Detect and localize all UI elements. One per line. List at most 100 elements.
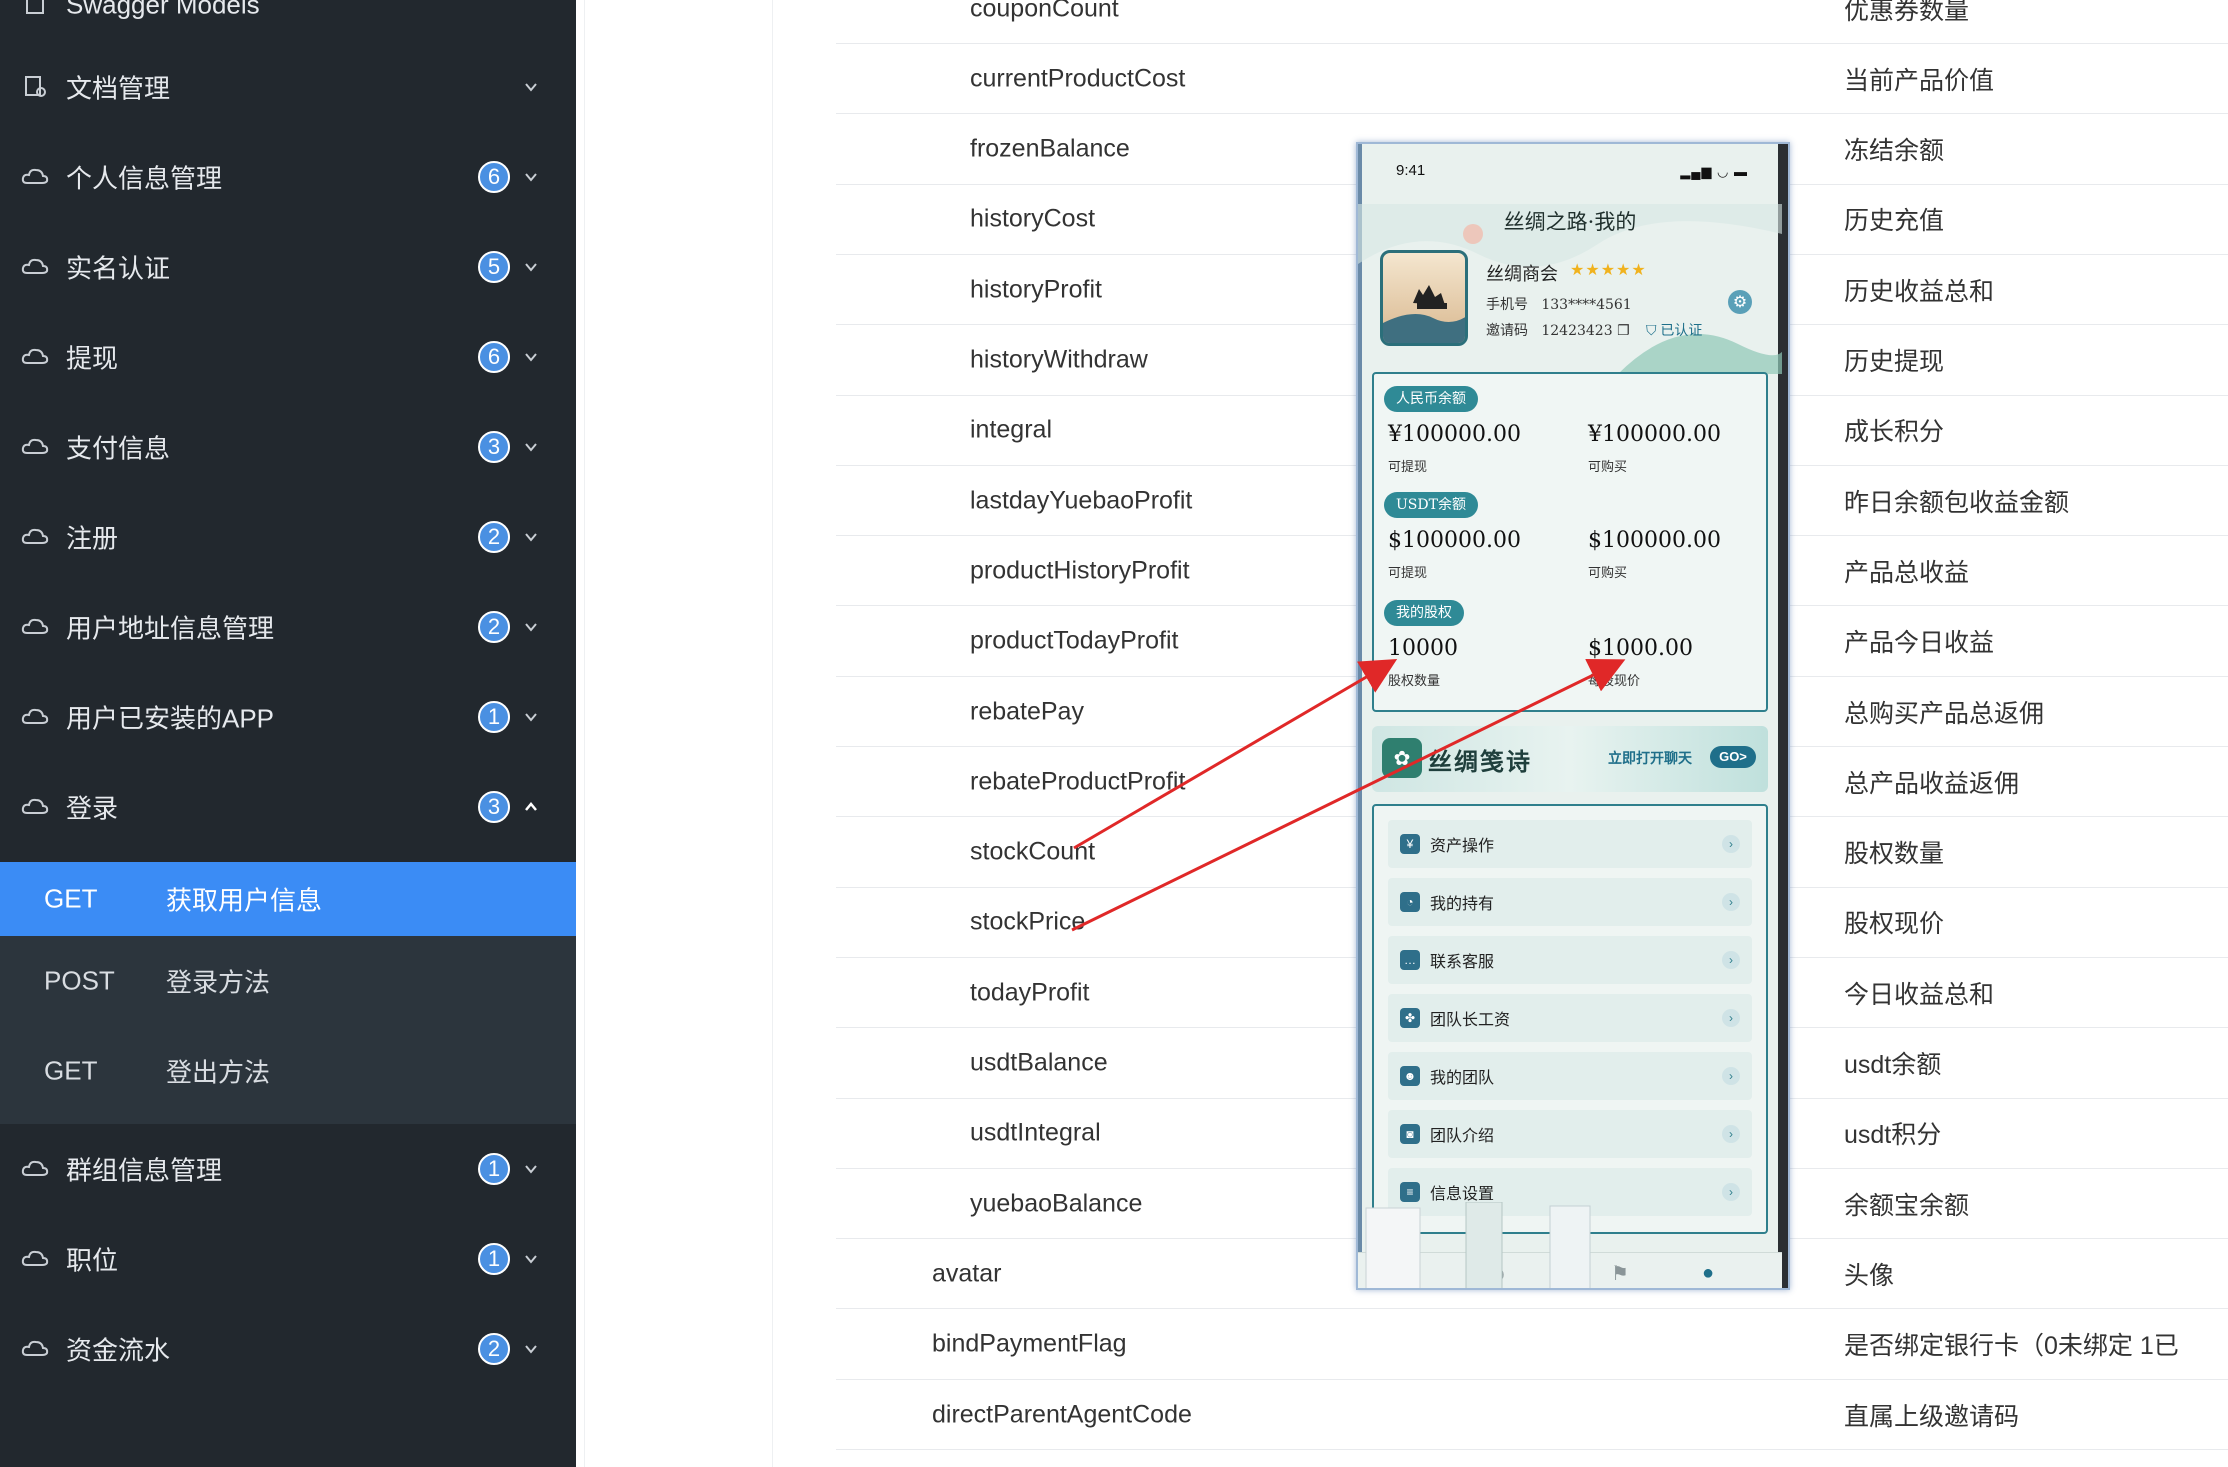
app-root: Swagger Models 文档管理 个人信息管理 6 实名认证 5 提现 6 支付信息 3 注… bbox=[0, 0, 2228, 1467]
cloud-icon bbox=[20, 342, 50, 372]
chevron-down-icon[interactable] bbox=[522, 618, 540, 636]
cloud-icon bbox=[20, 612, 50, 642]
menu-item[interactable]: … 联系客服 › bbox=[1388, 936, 1752, 984]
field-name: couponCount bbox=[970, 0, 1119, 22]
model-icon bbox=[20, 0, 50, 20]
gear-icon[interactable]: ⚙ bbox=[1728, 290, 1752, 314]
table-row: bindPaymentFlag 是否绑定银行卡（0未绑定 1已 bbox=[836, 1310, 2228, 1380]
chevron-right-icon: › bbox=[1722, 1183, 1740, 1201]
chevron-down-icon[interactable] bbox=[522, 348, 540, 366]
phone-number: 手机号 133****4561 bbox=[1486, 297, 1632, 313]
submenu-label: 登出方法 bbox=[166, 1057, 271, 1088]
sidebar-item-real-name[interactable]: 实名认证 5 bbox=[0, 222, 576, 312]
menu-item[interactable]: ¥ 资产操作 › bbox=[1388, 820, 1752, 868]
menu-item-label: 信息设置 bbox=[1430, 1184, 1495, 1203]
count-badge: 3 bbox=[478, 431, 510, 463]
divider bbox=[584, 0, 585, 1467]
chevron-right-icon: › bbox=[1722, 1067, 1740, 1085]
field-name: stockPrice bbox=[970, 907, 1086, 936]
cloud-icon bbox=[20, 702, 50, 732]
usdt-buyable-label: 可购买 bbox=[1588, 566, 1628, 581]
chevron-right-icon: › bbox=[1722, 1125, 1740, 1143]
submenu-get-user-info[interactable]: GET 获取用户信息 bbox=[0, 862, 576, 936]
sidebar-item-groups[interactable]: 群组信息管理 1 bbox=[0, 1124, 576, 1214]
http-method: GET bbox=[44, 883, 98, 914]
sidebar-item-withdraw[interactable]: 提现 6 bbox=[0, 312, 576, 402]
field-name: directParentAgentCode bbox=[932, 1400, 1192, 1428]
rating-stars: ★★★★★ bbox=[1570, 262, 1647, 279]
menu-item[interactable]: ✤ 团队长工资 › bbox=[1388, 994, 1752, 1042]
chevron-up-icon[interactable] bbox=[522, 798, 540, 816]
sidebar-item-positions[interactable]: 职位 1 bbox=[0, 1214, 576, 1304]
chevron-down-icon[interactable] bbox=[522, 1160, 540, 1178]
cloud-icon bbox=[20, 522, 50, 552]
group-icon: ☻ bbox=[1400, 1066, 1420, 1086]
pie-icon: ◔ bbox=[1400, 892, 1420, 912]
chat-banner[interactable]: ✿ 丝绸笺诗 立即打开聊天 GO> bbox=[1372, 726, 1768, 792]
sidebar-item-register[interactable]: 注册 2 bbox=[0, 492, 576, 582]
field-description: 今日收益总和 bbox=[1844, 980, 1995, 1009]
menu-item[interactable]: ◙ 团队介绍 › bbox=[1388, 1110, 1752, 1158]
go-button[interactable]: GO> bbox=[1710, 746, 1756, 768]
stock-price: $1000.00 bbox=[1588, 636, 1693, 661]
chevron-down-icon[interactable] bbox=[522, 438, 540, 456]
field-name: historyWithdraw bbox=[970, 345, 1148, 374]
thumbnail-previews bbox=[1365, 1202, 1591, 1288]
field-description: 余额宝余额 bbox=[1844, 1191, 1970, 1220]
count-badge: 2 bbox=[478, 611, 510, 643]
divider bbox=[772, 0, 773, 1467]
http-method: GET bbox=[44, 1055, 98, 1086]
table-row: directParentAgentCode 直属上级邀请码 bbox=[836, 1380, 2228, 1450]
sidebar-item-address[interactable]: 用户地址信息管理 2 bbox=[0, 582, 576, 672]
status-icons: ▂▄▆ ◡ ▬ bbox=[1680, 164, 1748, 179]
chevron-down-icon[interactable] bbox=[522, 258, 540, 276]
cloud-icon bbox=[20, 1334, 50, 1364]
submenu-logout-method[interactable]: GET 登出方法 bbox=[0, 1026, 576, 1116]
rmb-buyable: ¥100000.00 bbox=[1588, 422, 1721, 447]
avatar bbox=[1380, 250, 1468, 346]
sidebar-item-payment[interactable]: 支付信息 3 bbox=[0, 402, 576, 492]
count-badge: 1 bbox=[478, 1153, 510, 1185]
chevron-down-icon[interactable] bbox=[522, 1340, 540, 1358]
sidebar-item-docs[interactable]: 文档管理 bbox=[0, 42, 576, 132]
chevron-right-icon: › bbox=[1722, 835, 1740, 853]
sidebar-item-label: 个人信息管理 bbox=[66, 163, 223, 194]
field-description: usdt积分 bbox=[1844, 1121, 1942, 1150]
sidebar-item-label: 注册 bbox=[66, 523, 119, 554]
menu-item[interactable]: ◔ 我的持有 › bbox=[1388, 878, 1752, 926]
submenu-login-method[interactable]: POST 登录方法 bbox=[0, 936, 576, 1026]
profile-icon[interactable]: ● bbox=[1696, 1261, 1720, 1285]
sidebar-item-profile[interactable]: 个人信息管理 6 bbox=[0, 132, 576, 222]
menu-item-label: 我的团队 bbox=[1430, 1068, 1495, 1087]
field-description: 直属上级邀请码 bbox=[1844, 1402, 2020, 1431]
field-name: todayProfit bbox=[970, 978, 1090, 1007]
sidebar-item-installed-apps[interactable]: 用户已安装的APP 1 bbox=[0, 672, 576, 762]
menu-item[interactable]: ☻ 我的团队 › bbox=[1388, 1052, 1752, 1100]
usdt-withdrawable: $100000.00 bbox=[1388, 528, 1521, 553]
sidebar-item-login[interactable]: 登录 3 bbox=[0, 762, 576, 852]
field-name: historyProfit bbox=[970, 275, 1102, 304]
chevron-down-icon[interactable] bbox=[522, 168, 540, 186]
field-name: historyCost bbox=[970, 204, 1096, 233]
chevron-down-icon[interactable] bbox=[522, 528, 540, 546]
balance-card: 人民币余额 ¥100000.00 可提现 ¥100000.00 可购买 USDT… bbox=[1372, 372, 1768, 712]
sidebar-item-label: 支付信息 bbox=[66, 433, 171, 464]
chevron-down-icon[interactable] bbox=[522, 1250, 540, 1268]
sidebar-item-cash-flow[interactable]: 资金流水 2 bbox=[0, 1304, 576, 1394]
copy-icon[interactable]: ❐ bbox=[1617, 323, 1630, 339]
field-description: 历史提现 bbox=[1844, 348, 1945, 376]
http-method: POST bbox=[44, 965, 115, 996]
count-badge: 2 bbox=[478, 521, 510, 553]
field-name: productTodayProfit bbox=[970, 626, 1179, 655]
cloud-icon bbox=[20, 1244, 50, 1274]
cloud-icon bbox=[20, 252, 50, 282]
field-description: 总购买产品总返佣 bbox=[1844, 699, 2045, 728]
wallet-icon: ¥ bbox=[1400, 834, 1420, 854]
chevron-down-icon[interactable] bbox=[522, 78, 540, 96]
field-description: 历史充值 bbox=[1844, 207, 1945, 236]
chevron-down-icon[interactable] bbox=[522, 708, 540, 726]
usdt-withdrawable-label: 可提现 bbox=[1388, 566, 1428, 581]
field-description: 优惠券数量 bbox=[1844, 0, 1970, 25]
rmb-balance-tag: 人民币余额 bbox=[1384, 386, 1478, 412]
shield-icon: ⛉ bbox=[1646, 322, 1657, 338]
